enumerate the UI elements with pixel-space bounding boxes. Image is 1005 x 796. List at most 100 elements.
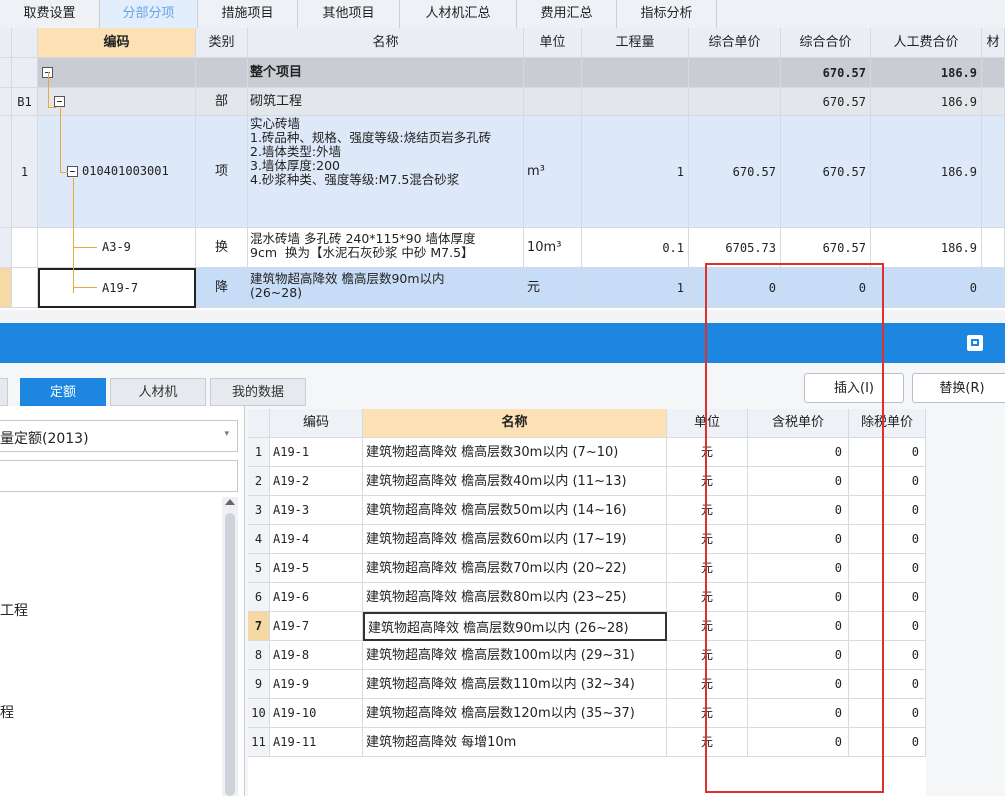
tax-price-header[interactable]: 含税单价 — [748, 409, 849, 438]
cell-tax-price[interactable]: 0 — [748, 728, 849, 757]
cell-name[interactable]: 建筑物超高降效 檐高层数110m以内 (32~34) — [363, 670, 667, 699]
cell-unit[interactable]: m³ — [524, 116, 582, 228]
cell-total[interactable]: 0 — [781, 268, 871, 308]
cell-unit[interactable]: 元 — [667, 612, 748, 641]
unit-price-header[interactable]: 综合单价 — [689, 28, 781, 58]
cell-tax-price[interactable]: 0 — [748, 467, 849, 496]
cell-labor[interactable]: 186.9 — [871, 116, 982, 228]
cell-labor[interactable]: 186.9 — [871, 58, 982, 88]
cell-code[interactable]: A19-4 — [270, 525, 363, 554]
cell-notax-price[interactable]: 0 — [849, 438, 926, 467]
cell-qty[interactable]: 0.1 — [582, 228, 689, 268]
maximize-icon[interactable] — [967, 335, 983, 351]
cell-total[interactable]: 670.57 — [781, 116, 871, 228]
cell-unit[interactable]: 元 — [667, 467, 748, 496]
cell-material[interactable] — [982, 268, 1005, 308]
quota-library-select[interactable]: 耗量定额(2013) ▾ — [0, 420, 238, 452]
cell-material[interactable] — [982, 116, 1005, 228]
cell-code[interactable]: A19-5 — [270, 554, 363, 583]
tab-partial[interactable] — [0, 378, 8, 406]
cell-unit[interactable]: 元 — [524, 268, 582, 308]
cell-notax-price[interactable]: 0 — [849, 496, 926, 525]
cell-tax-price[interactable]: 0 — [748, 699, 849, 728]
cell-name[interactable]: 建筑物超高降效 檐高层数40m以内 (11~13) — [363, 467, 667, 496]
cell-tax-price[interactable]: 0 — [748, 670, 849, 699]
cell-type[interactable] — [196, 58, 248, 88]
cell-unit-price[interactable]: 0 — [689, 268, 781, 308]
code-header[interactable]: 编码 — [270, 409, 363, 438]
cell-tax-price[interactable]: 0 — [748, 583, 849, 612]
cell-type[interactable]: 换 — [196, 228, 248, 268]
cell-unit[interactable]: 元 — [667, 699, 748, 728]
cell-unit[interactable]: 元 — [667, 438, 748, 467]
material-header[interactable]: 材 — [982, 28, 1005, 58]
cell-name[interactable]: 建筑物超高降效 檐高层数60m以内 (17~19) — [363, 525, 667, 554]
cell-type[interactable]: 项 — [196, 116, 248, 228]
cell-code[interactable]: A19-10 — [270, 699, 363, 728]
name-header[interactable]: 名称 — [363, 409, 667, 438]
cell-notax-price[interactable]: 0 — [849, 699, 926, 728]
labor-cost-header[interactable]: 人工费合价 — [871, 28, 982, 58]
cell-material[interactable] — [982, 58, 1005, 88]
cell-name[interactable]: 混水砖墙 多孔砖 240*115*90 墙体厚度 9cm 换为【水泥石灰砂浆 中… — [248, 228, 524, 268]
tab-sub-items[interactable]: 分部分项 — [100, 0, 198, 28]
cell-name[interactable]: 建筑物超高降效 檐高层数90m以内 (26~28) — [248, 268, 524, 308]
cell-name[interactable]: 建筑物超高降效 檐高层数90m以内 (26~28) — [363, 612, 667, 641]
cell-name[interactable]: 实心砖墙 1.砖品种、规格、强度等级:烧结页岩多孔砖 2.墙体类型:外墙 3.墙… — [248, 116, 524, 228]
splitter[interactable] — [0, 310, 1005, 323]
notax-price-header[interactable]: 除税单价 — [849, 409, 926, 438]
cell-unit[interactable]: 元 — [667, 641, 748, 670]
cell-unit-price[interactable] — [689, 58, 781, 88]
cell-name[interactable]: 建筑物超高降效 檐高层数80m以内 (23~25) — [363, 583, 667, 612]
cell-qty[interactable] — [582, 58, 689, 88]
tab-labor-material[interactable]: 人材机 — [110, 378, 206, 406]
tree-item[interactable]: 土工程 — [0, 600, 28, 620]
cell-name[interactable]: 建筑物超高降效 檐高层数120m以内 (35~37) — [363, 699, 667, 728]
tree-scrollbar[interactable] — [222, 497, 238, 796]
cell-unit[interactable]: 元 — [667, 670, 748, 699]
cell-unit-price[interactable] — [689, 88, 781, 116]
cell-material[interactable] — [982, 88, 1005, 116]
insert-button[interactable]: 插入(I) — [804, 373, 904, 403]
scrollbar-thumb[interactable] — [225, 513, 235, 796]
cell-code[interactable]: A19-2 — [270, 467, 363, 496]
collapse-icon[interactable] — [67, 166, 78, 177]
cell-name[interactable]: 建筑物超高降效 檐高层数30m以内 (7~10) — [363, 438, 667, 467]
tab-quota[interactable]: 定额 — [20, 378, 106, 406]
cell-notax-price[interactable]: 0 — [849, 612, 926, 641]
cell-name[interactable]: 建筑物超高降效 每增10m — [363, 728, 667, 757]
cell-unit[interactable] — [524, 88, 582, 116]
cell-unit-price[interactable]: 670.57 — [689, 116, 781, 228]
scroll-up-icon[interactable] — [225, 499, 235, 505]
cell-labor[interactable]: 186.9 — [871, 228, 982, 268]
cell-name[interactable]: 建筑物超高降效 檐高层数100m以内 (29~31) — [363, 641, 667, 670]
cell-tax-price[interactable]: 0 — [748, 554, 849, 583]
cell-name[interactable]: 建筑物超高降效 檐高层数70m以内 (20~22) — [363, 554, 667, 583]
table-row-project-code[interactable] — [38, 58, 196, 88]
table-row-selected-code[interactable]: A19-7 — [38, 268, 196, 308]
cell-code[interactable]: A19-1 — [270, 438, 363, 467]
tab-measures[interactable]: 措施项目 — [198, 0, 298, 28]
cell-labor[interactable]: 0 — [871, 268, 982, 308]
code-header[interactable]: 编码 — [38, 28, 196, 58]
cell-qty[interactable]: 1 — [582, 268, 689, 308]
tab-fee-settings[interactable]: 取费设置 — [0, 0, 100, 28]
cell-notax-price[interactable]: 0 — [849, 641, 926, 670]
cell-unit[interactable]: 10m³ — [524, 228, 582, 268]
cell-qty[interactable]: 1 — [582, 116, 689, 228]
cell-unit[interactable]: 元 — [667, 583, 748, 612]
tab-other-items[interactable]: 其他项目 — [298, 0, 400, 28]
tab-my-data[interactable]: 我的数据 — [210, 378, 306, 406]
cell-total[interactable]: 670.57 — [781, 88, 871, 116]
cell-code[interactable]: A19-3 — [270, 496, 363, 525]
cell-type[interactable]: 部 — [196, 88, 248, 116]
collapse-icon[interactable] — [54, 96, 65, 107]
cell-notax-price[interactable]: 0 — [849, 467, 926, 496]
table-row-quota-code[interactable]: A3-9 — [38, 228, 196, 268]
cell-tax-price[interactable]: 0 — [748, 612, 849, 641]
tab-cost-summary[interactable]: 费用汇总 — [517, 0, 617, 28]
cell-total[interactable]: 670.57 — [781, 58, 871, 88]
cell-material[interactable] — [982, 228, 1005, 268]
name-header[interactable]: 名称 — [248, 28, 524, 58]
cell-code[interactable]: A19-9 — [270, 670, 363, 699]
